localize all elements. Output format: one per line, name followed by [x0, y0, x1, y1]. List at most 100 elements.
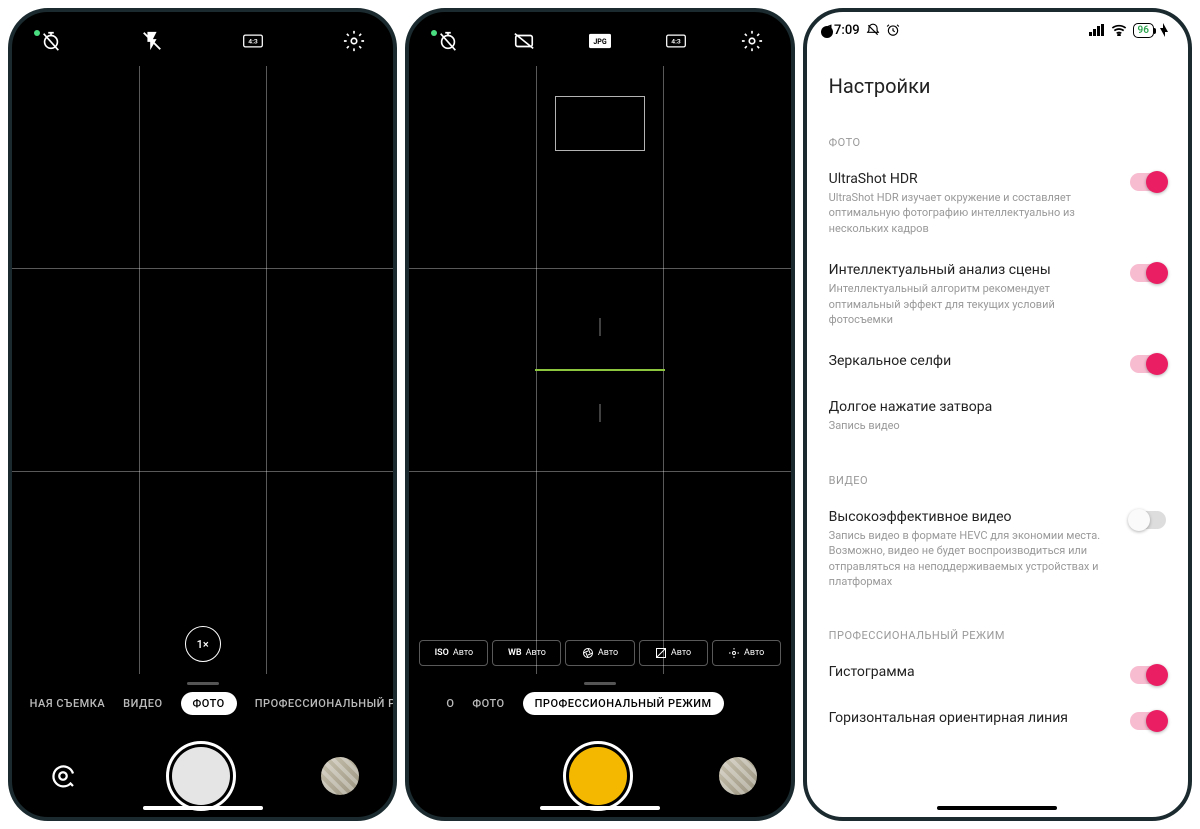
- toggle-scene[interactable]: [1130, 264, 1166, 282]
- mode-photo[interactable]: ФОТО: [181, 692, 237, 715]
- mode-partial[interactable]: О: [446, 697, 454, 710]
- setting-histogram[interactable]: Гистограмма: [829, 654, 1166, 700]
- setting-long-press[interactable]: Долгое нажатие затвора Запись видео: [829, 389, 1166, 449]
- mode-night[interactable]: НАЯ СЪЕМКА: [30, 697, 106, 710]
- wb-value: Авто: [526, 648, 546, 658]
- drag-handle-icon[interactable]: [584, 682, 616, 685]
- home-indicator[interactable]: [143, 806, 263, 810]
- setting-desc: UltraShot HDR изучает окружение и состав…: [829, 190, 1116, 236]
- level-tick-bottom: [599, 404, 600, 422]
- timer-off-icon[interactable]: [437, 30, 459, 52]
- charging-icon: [1160, 23, 1168, 37]
- focus-value: Авто: [744, 648, 764, 658]
- switch-camera-button[interactable]: [46, 759, 80, 793]
- punch-hole-camera: [821, 26, 833, 38]
- section-photo-label: ФОТО: [829, 136, 1166, 149]
- mode-pro[interactable]: ПРОФЕССИОНАЛЬНЫЙ Р: [255, 697, 394, 710]
- setting-title: UltraShot HDR: [829, 171, 1116, 187]
- camera-photo-phone: 4:3 1× НАЯ СЪЕМКА ВИДЕО ФОТО ПРОФЕССИОНА…: [8, 8, 397, 821]
- mode-photo[interactable]: ФОТО: [472, 697, 504, 710]
- svg-text:4:3: 4:3: [671, 38, 681, 46]
- setting-title: Высокоэффективное видео: [829, 509, 1116, 525]
- timer-off-icon[interactable]: [40, 30, 62, 52]
- iso-value: Авто: [453, 648, 473, 658]
- setting-horizon-line[interactable]: Горизонтальная ориентирная линия: [829, 700, 1166, 746]
- setting-title: Интеллектуальный анализ сцены: [829, 262, 1116, 278]
- shutter-inner: [172, 747, 230, 805]
- horizon-line: [535, 369, 665, 371]
- setting-hevc[interactable]: Высокоэффективное видео Запись видео в ф…: [829, 499, 1166, 606]
- setting-title: Долгое нажатие затвора: [829, 399, 1166, 415]
- mode-selector[interactable]: НАЯ СЪЕМКА ВИДЕО ФОТО ПРОФЕССИОНАЛЬНЫЙ Р: [12, 678, 393, 725]
- shutter-inner: [569, 747, 627, 805]
- toggle-histogram[interactable]: [1130, 666, 1166, 684]
- mode-selector[interactable]: О ФОТО ПРОФЕССИОНАЛЬНЫЙ РЕЖИМ: [409, 678, 790, 725]
- level-tick-top: [599, 318, 600, 336]
- flash-off-icon[interactable]: [141, 30, 163, 52]
- setting-mirror-selfie[interactable]: Зеркальное селфи: [829, 343, 1166, 389]
- aspect-ratio-icon[interactable]: 4:3: [665, 30, 687, 52]
- gallery-thumbnail[interactable]: [321, 757, 359, 795]
- ev-value: Авто: [671, 648, 691, 658]
- shutter-row: [409, 725, 790, 817]
- signal-icon: [1089, 24, 1105, 36]
- mode-video[interactable]: ВИДЕО: [123, 697, 162, 710]
- settings-icon[interactable]: [343, 30, 365, 52]
- pro-focus-button[interactable]: Авто: [712, 640, 781, 666]
- mode-pro[interactable]: ПРОФЕССИОНАЛЬНЫЙ РЕЖИМ: [523, 692, 724, 715]
- setting-desc: Запись видео: [829, 418, 1166, 433]
- alarm-icon: [886, 23, 900, 37]
- camera-top-toolbar: JPG 4:3: [409, 12, 790, 62]
- section-video-label: ВИДЕО: [829, 474, 1166, 487]
- shutter-value: Авто: [598, 648, 618, 658]
- aspect-ratio-icon[interactable]: 4:3: [242, 30, 264, 52]
- svg-text:JPG: JPG: [593, 37, 606, 46]
- shutter-button[interactable]: [563, 741, 633, 811]
- settings-phone: 17:09 96 Настройки ФОТО UltraShot HDR Ul…: [803, 8, 1192, 821]
- wb-label: WB: [508, 648, 522, 658]
- page-title: Настройки: [807, 48, 1188, 112]
- setting-title: Зеркальное селфи: [829, 353, 1116, 369]
- histogram-overlay: [555, 96, 645, 151]
- status-bar: 17:09 96: [807, 12, 1188, 48]
- toggle-hevc[interactable]: [1130, 511, 1166, 529]
- home-indicator[interactable]: [937, 806, 1057, 810]
- section-pro-label: ПРОФЕССИОНАЛЬНЫЙ РЕЖИМ: [829, 629, 1166, 642]
- wifi-icon: [1111, 24, 1127, 36]
- zoom-button[interactable]: 1×: [185, 626, 221, 662]
- setting-title: Гистограмма: [829, 664, 1116, 680]
- settings-list[interactable]: ФОТО UltraShot HDR UltraShot HDR изучает…: [807, 112, 1188, 817]
- pro-shutter-button[interactable]: Авто: [565, 640, 634, 666]
- drag-handle-icon[interactable]: [187, 682, 219, 685]
- setting-ultrashot[interactable]: UltraShot HDR UltraShot HDR изучает окру…: [829, 161, 1166, 252]
- toggle-horizon[interactable]: [1130, 712, 1166, 730]
- setting-title: Горизонтальная ориентирная линия: [829, 710, 1116, 726]
- iso-label: ISO: [435, 648, 449, 658]
- pro-wb-button[interactable]: WB Авто: [492, 640, 561, 666]
- settings-icon[interactable]: [741, 30, 763, 52]
- pro-controls: ISO Авто WB Авто Авто Авто Авто: [409, 640, 790, 666]
- shutter-button[interactable]: [166, 741, 236, 811]
- camera-top-toolbar: 4:3: [12, 12, 393, 62]
- format-jpg-icon[interactable]: JPG: [589, 30, 611, 52]
- setting-scene-analysis[interactable]: Интеллектуальный анализ сцены Интеллекту…: [829, 252, 1166, 343]
- gallery-thumbnail[interactable]: [719, 757, 757, 795]
- home-indicator[interactable]: [540, 806, 660, 810]
- privacy-indicator: [34, 30, 40, 36]
- camera-pro-phone: JPG 4:3 ISO Авто WB Авто: [405, 8, 794, 821]
- toggle-ultrashot[interactable]: [1130, 173, 1166, 191]
- viewfinder[interactable]: 1×: [12, 66, 393, 674]
- pro-ev-button[interactable]: Авто: [639, 640, 708, 666]
- toggle-mirror[interactable]: [1130, 355, 1166, 373]
- mute-icon: [866, 23, 880, 37]
- grid-overlay: [12, 66, 393, 674]
- battery-indicator: 96: [1133, 23, 1154, 38]
- zoom-value: 1×: [197, 638, 209, 651]
- pro-iso-button[interactable]: ISO Авто: [419, 640, 488, 666]
- setting-desc: Запись видео в формате HEVC для экономии…: [829, 528, 1116, 590]
- shutter-row: [12, 725, 393, 817]
- setting-desc: Интеллектуальный алгоритм рекомендует оп…: [829, 281, 1116, 327]
- raw-off-icon[interactable]: [513, 30, 535, 52]
- svg-text:4:3: 4:3: [248, 38, 258, 46]
- viewfinder[interactable]: ISO Авто WB Авто Авто Авто Авто: [409, 66, 790, 674]
